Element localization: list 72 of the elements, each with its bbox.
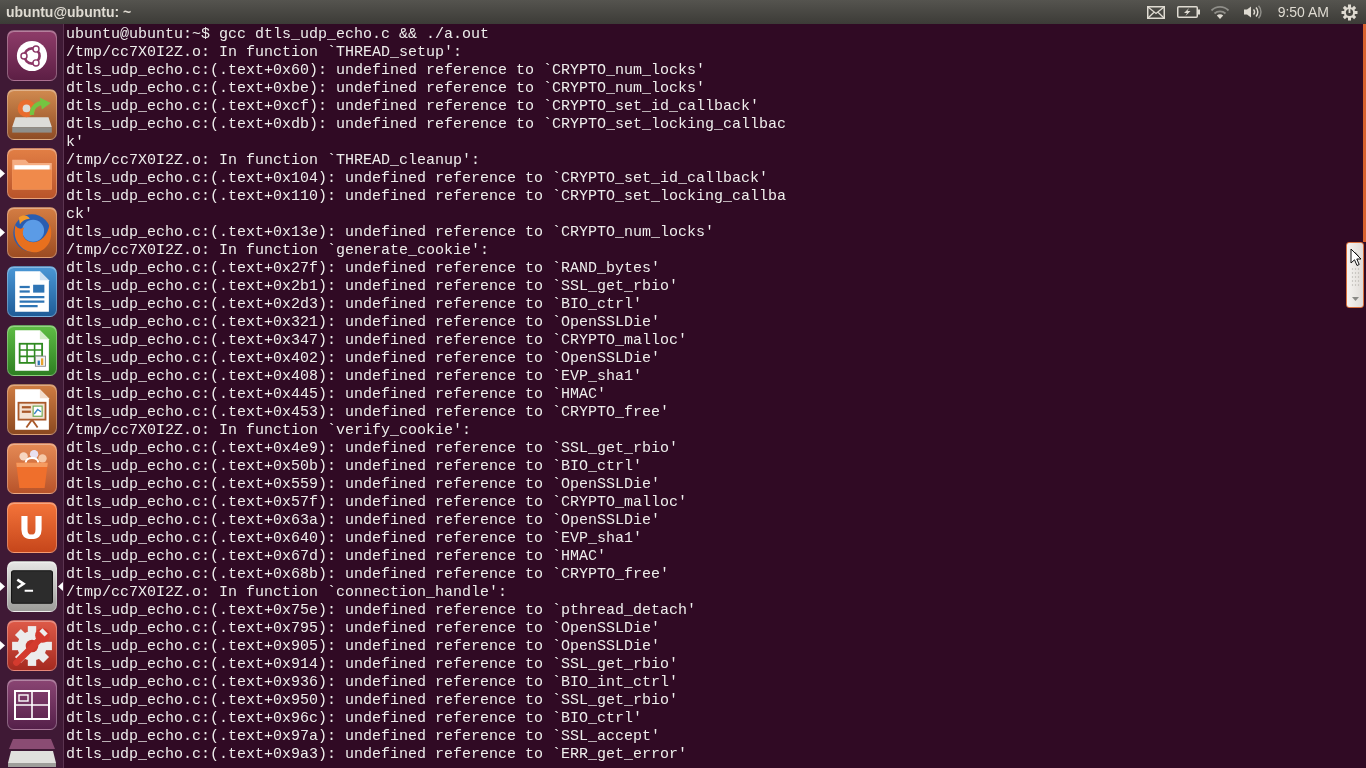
launcher-button[interactable] [6, 384, 57, 435]
terminal-line: dtls_udp_echo.c:(.text+0x68b): undefined reference to `CRYPTO_free' [66, 566, 670, 584]
stacked-tiles-icon [6, 739, 57, 768]
launcher-button[interactable]: U [6, 502, 57, 553]
battery-icon[interactable] [1176, 6, 1200, 18]
terminal-line: dtls_udp_echo.c:(.text+0x110): undefined reference to `CRYPTO_set_locking_callba [66, 188, 787, 206]
terminal-line: dtls_udp_echo.c:(.text+0x936): undefined reference to `BIO_int_ctrl' [66, 674, 679, 692]
launcher-button[interactable] [6, 30, 57, 81]
terminal-line: dtls_udp_echo.c:(.text+0x57f): undefined reference to `CRYPTO_malloc' [66, 494, 688, 512]
spreadsheet-icon [13, 329, 50, 372]
terminal-line: dtls_udp_echo.c:(.text+0xbe): undefined reference to `CRYPTO_num_locks' [66, 80, 706, 98]
down-arrow-icon [1351, 297, 1359, 301]
terminal-line: dtls_udp_echo.c:(.text+0x2d3): undefined reference to `BIO_ctrl' [66, 296, 643, 314]
launcher-button[interactable] [6, 148, 57, 199]
speaker-icon[interactable] [1242, 5, 1262, 19]
terminal-line: /tmp/cc7X0I2Z.o: In function `THREAD_cleanup': [66, 152, 481, 170]
mouse-pointer-icon [1350, 248, 1362, 267]
terminal-line: dtls_udp_echo.c:(.text+0x402): undefined reference to `OpenSSLDie' [66, 350, 661, 368]
terminal-line: dtls_udp_echo.c:(.text+0x50b): undefined reference to `BIO_ctrl' [66, 458, 643, 476]
terminal-line: dtls_udp_echo.c:(.text+0x445): undefined reference to `HMAC' [66, 386, 607, 404]
document-icon [13, 270, 50, 313]
terminal-line: dtls_udp_echo.c:(.text+0x4e9): undefined reference to `SSL_get_rbio' [66, 440, 679, 458]
grip-icon [1350, 267, 1360, 286]
launcher-button[interactable] [6, 207, 57, 258]
envelope-icon[interactable] [1146, 5, 1165, 19]
terminal-line: dtls_udp_echo.c:(.text+0x347): undefined reference to `CRYPTO_malloc' [66, 332, 688, 350]
terminal-line: dtls_udp_echo.c:(.text+0x97a): undefined reference to `SSL_accept' [66, 728, 661, 746]
terminal-line: dtls_udp_echo.c:(.text+0x13e): undefined reference to `CRYPTO_num_locks' [66, 224, 715, 242]
terminal-line: k' [66, 134, 84, 152]
terminal-line: dtls_udp_echo.c:(.text+0x63a): undefined reference to `OpenSSLDie' [66, 512, 661, 530]
terminal-line: dtls_udp_echo.c:(.text+0x60): undefined reference to `CRYPTO_num_locks' [66, 62, 706, 80]
terminal-line: dtls_udp_echo.c:(.text+0x559): undefined reference to `OpenSSLDie' [66, 476, 661, 494]
terminal-line: dtls_udp_echo.c:(.text+0x104): undefined reference to `CRYPTO_set_id_callback' [66, 170, 769, 188]
terminal-line: dtls_udp_echo.c:(.text+0x950): undefined reference to `SSL_get_rbio' [66, 692, 679, 710]
terminal-line: dtls_udp_echo.c:(.text+0x914): undefined reference to `SSL_get_rbio' [66, 656, 679, 674]
terminal-line: dtls_udp_echo.c:(.text+0x75e): undefined reference to `pthread_detach' [66, 602, 697, 620]
terminal-line: /tmp/cc7X0I2Z.o: In function `THREAD_setup': [66, 44, 463, 62]
terminal-line: dtls_udp_echo.c:(.text+0x640): undefined reference to `EVP_sha1' [66, 530, 643, 548]
launcher-button[interactable] [6, 620, 57, 671]
wifi-icon[interactable] [1209, 5, 1230, 19]
terminal-line: dtls_udp_echo.c:(.text+0x67d): undefined reference to `HMAC' [66, 548, 607, 566]
launcher-button[interactable] [6, 679, 57, 730]
logo-icon [15, 39, 48, 72]
gear-wrench-icon [9, 623, 54, 668]
terminal-line: dtls_udp_echo.c:(.text+0x2b1): undefined reference to `SSL_get_rbio' [66, 278, 679, 296]
launcher-button[interactable] [6, 89, 57, 140]
terminal-line: /tmp/cc7X0I2Z.o: In function `verify_cookie': [66, 422, 472, 440]
terminal-line: dtls_udp_echo.c:(.text+0x408): undefined reference to `EVP_sha1' [66, 368, 643, 386]
terminal-line: /tmp/cc7X0I2Z.o: In function `generate_cookie': [66, 242, 490, 260]
launcher-button[interactable] [6, 443, 57, 494]
window-title: ubuntu@ubuntu: ~ [6, 4, 133, 20]
terminal-line: dtls_udp_echo.c:(.text+0x27f): undefined reference to `RAND_bytes' [66, 260, 661, 278]
terminal-line: ck' [66, 206, 93, 224]
clock[interactable]: 9:50 AM [1277, 4, 1329, 20]
terminal-line: dtls_udp_echo.c:(.text+0xcf): undefined reference to `CRYPTO_set_id_callback' [66, 98, 760, 116]
launcher-button[interactable] [6, 325, 57, 376]
scrollbar-thumb[interactable] [1346, 242, 1364, 308]
terminal-line: ubuntu@ubuntu:~$ gcc dtls_udp_echo.c && ./a.out [66, 26, 490, 44]
terminal-icon [10, 569, 53, 604]
terminal-line: dtls_udp_echo.c:(.text+0x453): undefined reference to `CRYPTO_free' [66, 404, 670, 422]
terminal-line: dtls_udp_echo.c:(.text+0x96c): undefined reference to `BIO_ctrl' [66, 710, 643, 728]
launcher-button[interactable] [6, 266, 57, 317]
terminal-line: dtls_udp_echo.c:(.text+0xdb): undefined reference to `CRYPTO_set_locking_callbac [66, 116, 787, 134]
terminal-line: dtls_udp_echo.c:(.text+0x905): undefined reference to `OpenSSLDie' [66, 638, 661, 656]
gear-icon[interactable] [1341, 3, 1358, 21]
terminal-line: dtls_udp_echo.c:(.text+0x9a3): undefined reference to `ERR_get_error' [66, 746, 688, 764]
workspace-grid-icon [13, 689, 50, 720]
terminal-line: dtls_udp_echo.c:(.text+0x795): undefined reference to `OpenSSLDie' [66, 620, 661, 638]
launcher-button[interactable] [6, 561, 57, 612]
terminal-line: dtls_udp_echo.c:(.text+0x321): undefined reference to `OpenSSLDie' [66, 314, 661, 332]
presentation-icon [13, 388, 50, 431]
terminal-line: /tmp/cc7X0I2Z.o: In function `connection_handle': [66, 584, 508, 602]
